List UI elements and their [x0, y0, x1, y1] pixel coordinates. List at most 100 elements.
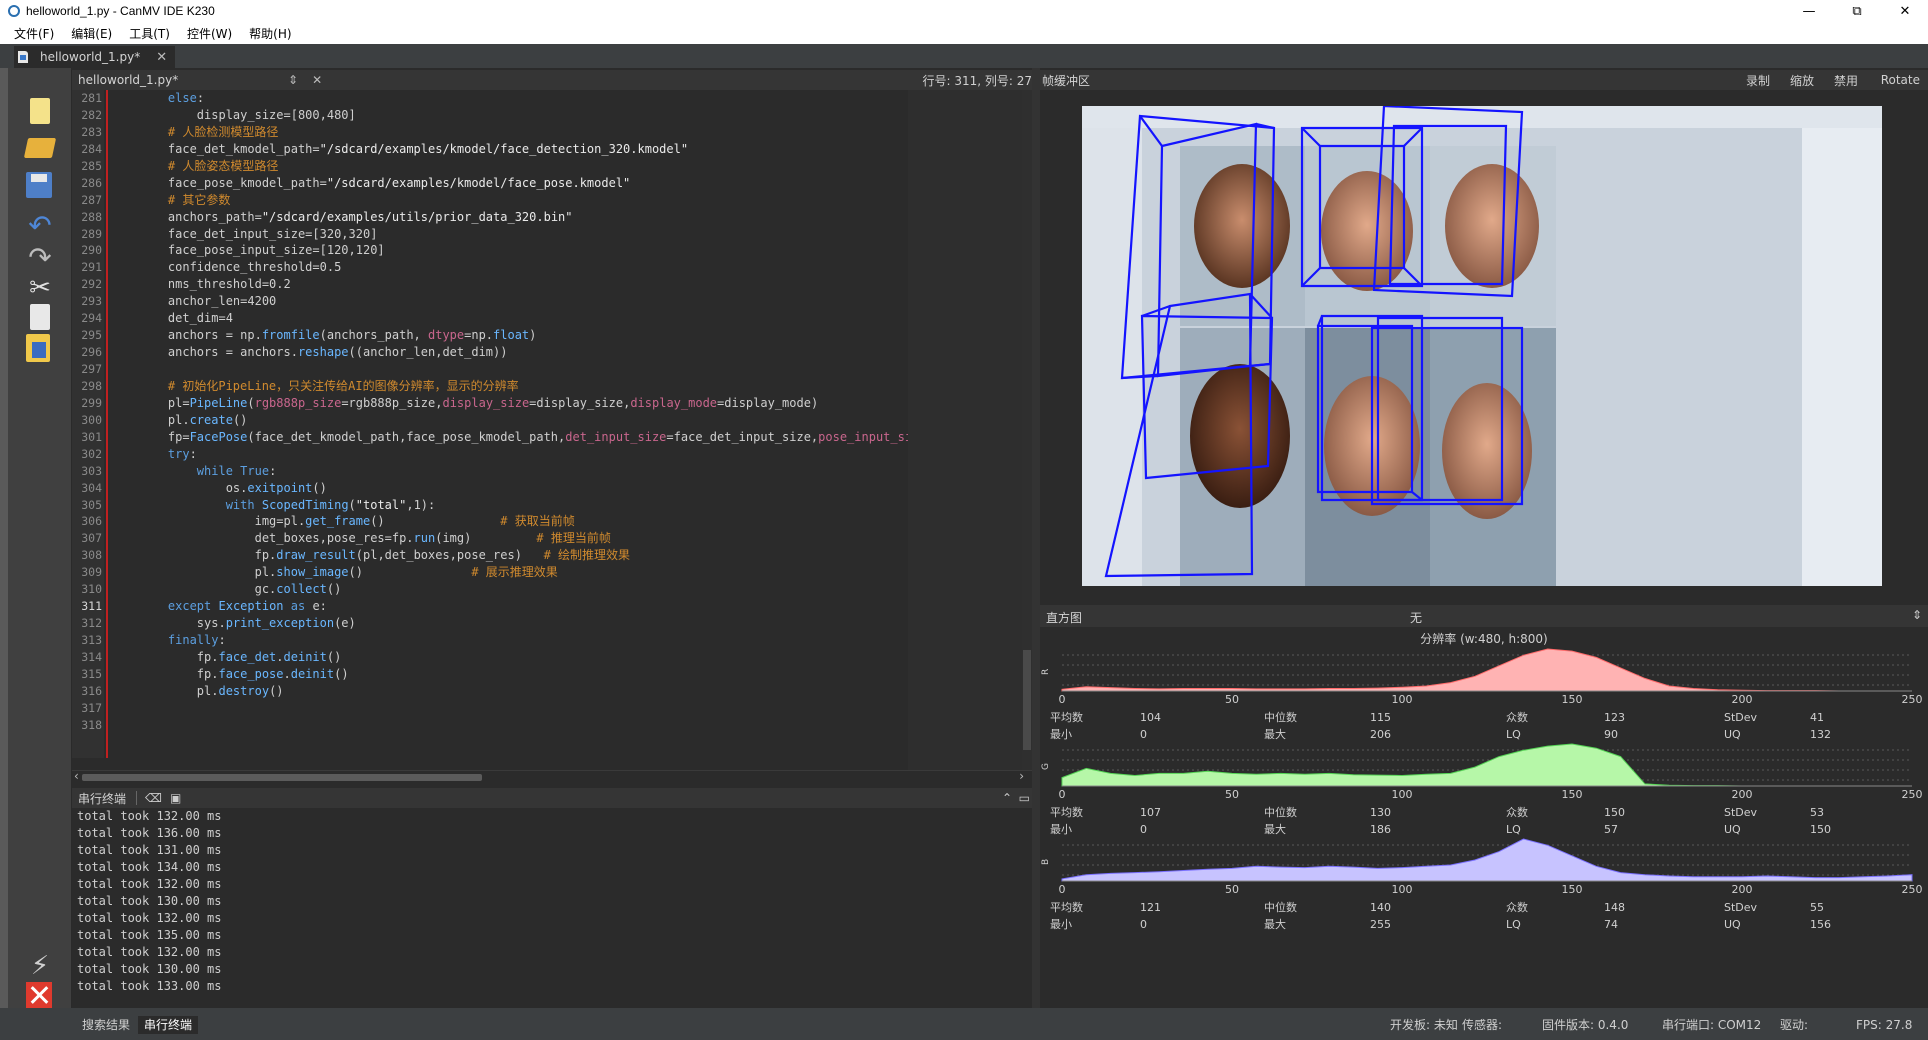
save-icon[interactable]	[26, 172, 52, 198]
cut-icon[interactable]: ✂	[26, 274, 54, 302]
terminal-line: total took 132.00 ms	[77, 877, 222, 891]
line-number: 283	[81, 124, 102, 139]
code-line[interactable]: nms_threshold=0.2	[139, 276, 979, 293]
code-line[interactable]: anchors = anchors.reshape((anchor_len,de…	[139, 344, 979, 361]
x-tick-label: 150	[1562, 883, 1583, 896]
menu-edit[interactable]: 编辑(E)	[71, 25, 112, 42]
x-tick-label: 0	[1059, 788, 1066, 801]
terminal-line: total took 132.00 ms	[77, 945, 222, 959]
code-line[interactable]: face_pose_input_size=[120,120]	[139, 242, 979, 259]
code-line[interactable]: try:	[139, 446, 979, 463]
tab-serial-terminal[interactable]: 串行终端	[138, 1016, 199, 1034]
face-portrait-4	[1190, 364, 1290, 508]
code-line[interactable]: # 初始化PipeLine，只关注传给AI的图像分辨率，显示的分辨率	[139, 378, 979, 395]
rotate-button[interactable]: Rotate	[1881, 73, 1920, 87]
x-tick-label: 200	[1732, 693, 1753, 706]
code-line[interactable]: pl.show_image() # 展示推理效果	[139, 564, 979, 581]
close-window-button[interactable]: ✕	[1882, 0, 1928, 22]
minimize-button[interactable]: —	[1786, 0, 1832, 22]
close-editor-icon[interactable]: ✕	[312, 73, 322, 87]
editor-horizontal-scrollbar[interactable]: ‹ ›	[72, 769, 1032, 784]
colorspace-select[interactable]: 无	[1410, 609, 1422, 626]
editor-minimap	[908, 90, 1022, 770]
indent-marker	[106, 90, 108, 758]
code-line[interactable]: while True:	[139, 463, 979, 480]
code-line[interactable]: fp.face_pose.deinit()	[139, 666, 979, 683]
code-line[interactable]: # 人脸检测模型路径	[139, 124, 979, 141]
x-tick-label: 0	[1059, 883, 1066, 896]
stat-cell: 55	[1810, 901, 1824, 914]
file-switch-icon[interactable]: ⇕	[288, 73, 298, 87]
new-file-icon[interactable]	[30, 98, 50, 124]
code-line[interactable]	[139, 361, 979, 378]
code-editor[interactable]: 281 282 283 284 285 286 287 288 289 290 291 292 293 2…	[72, 90, 1032, 770]
stat-cell: 148	[1604, 901, 1625, 914]
code-line[interactable]: finally:	[139, 632, 979, 649]
code-line[interactable]: display_size=[800,480]	[139, 107, 979, 124]
code-line[interactable]: pl=PipeLine(rgb888p_size=rgb888p_size,di…	[139, 395, 979, 412]
stat-cell: 90	[1604, 728, 1618, 741]
code-line[interactable]: det_boxes,pose_res=fp.run(img) # 推理当前帧	[139, 530, 979, 547]
terminal-clear-icon[interactable]: ⌫	[145, 791, 162, 805]
code-line[interactable]: img=pl.get_frame() # 获取当前帧	[139, 513, 979, 530]
zoom-button[interactable]: 缩放	[1790, 72, 1814, 89]
code-line[interactable]: fp.face_det.deinit()	[139, 649, 979, 666]
menu-help[interactable]: 帮助(H)	[249, 25, 291, 42]
code-line[interactable]: face_det_kmodel_path="/sdcard/examples/k…	[139, 141, 979, 158]
file-tab[interactable]: helloworld_1.py* ✕	[14, 46, 176, 68]
code-line[interactable]: face_pose_kmodel_path="/sdcard/examples/…	[139, 175, 979, 192]
menu-tools[interactable]: 工具(T)	[129, 25, 170, 42]
panel-splitter[interactable]	[1032, 68, 1040, 1008]
code-line[interactable]: except Exception as e:	[139, 598, 979, 615]
line-number: 289	[81, 226, 102, 241]
code-line[interactable]: det_dim=4	[139, 310, 979, 327]
code-line[interactable]: gc.collect()	[139, 581, 979, 598]
copy-icon[interactable]	[30, 304, 50, 330]
code-line[interactable]: confidence_threshold=0.5	[139, 259, 979, 276]
stat-cell: 150	[1604, 806, 1625, 819]
stat-cell: StDev	[1724, 901, 1758, 914]
code-line[interactable]: with ScopedTiming("total",1):	[139, 497, 979, 514]
code-area[interactable]: else: display_size=[800,480] # 人脸检测模型路径 …	[139, 90, 979, 734]
code-line[interactable]: else:	[139, 90, 979, 107]
code-line[interactable]: pl.create()	[139, 412, 979, 429]
stat-cell: 186	[1370, 823, 1391, 836]
disable-button[interactable]: 禁用	[1834, 72, 1858, 89]
code-line[interactable]: fp=FacePose(face_det_kmodel_path,face_po…	[139, 429, 979, 446]
record-button[interactable]: 录制	[1746, 72, 1770, 89]
code-line[interactable]: anchors = np.fromfile(anchors_path, dtyp…	[139, 327, 979, 344]
code-line[interactable]	[139, 700, 979, 717]
stat-cell: UQ	[1724, 728, 1741, 741]
undo-icon[interactable]: ↶	[26, 212, 54, 240]
menu-widgets[interactable]: 控件(W)	[187, 25, 232, 42]
menu-file[interactable]: 文件(F)	[14, 25, 54, 42]
stop-run-icon[interactable]	[26, 982, 52, 1008]
colorspace-dropdown-icon[interactable]: ⇕	[1912, 608, 1922, 622]
stat-cell: 中位数	[1264, 805, 1297, 819]
paste-icon[interactable]	[26, 334, 50, 362]
redo-icon[interactable]: ↷	[26, 244, 54, 272]
terminal-expand-icon[interactable]: ⌃	[1002, 791, 1012, 805]
code-line[interactable]: sys.print_exception(e)	[139, 615, 979, 632]
code-line[interactable]: face_det_input_size=[320,320]	[139, 226, 979, 243]
terminal-float-icon[interactable]: ▭	[1019, 791, 1030, 805]
histogram-title: 直方图	[1046, 611, 1083, 625]
tab-search-results[interactable]: 搜索结果	[76, 1016, 136, 1034]
terminal-line: total took 131.00 ms	[77, 843, 222, 857]
close-tab-icon[interactable]: ✕	[156, 50, 167, 65]
code-line[interactable]: # 其它参数	[139, 192, 979, 209]
editor-filename[interactable]: helloworld_1.py*	[78, 73, 288, 87]
terminal-save-icon[interactable]: ▣	[170, 791, 181, 805]
maximize-button[interactable]: ⧉	[1834, 0, 1880, 22]
editor-vertical-scrollbar[interactable]	[1022, 90, 1032, 770]
serial-terminal[interactable]: total took 132.00 ms total took 136.00 ms…	[72, 808, 1022, 1008]
code-line[interactable]: os.exitpoint()	[139, 480, 979, 497]
code-line[interactable]: pl.destroy()	[139, 683, 979, 700]
code-line[interactable]: anchors_path="/sdcard/examples/utils/pri…	[139, 209, 979, 226]
open-folder-icon[interactable]	[23, 138, 57, 158]
code-line[interactable]: anchor_len=4200	[139, 293, 979, 310]
connect-icon[interactable]: ⚡	[26, 952, 54, 980]
code-line[interactable]: # 人脸姿态模型路径	[139, 158, 979, 175]
code-line[interactable]: fp.draw_result(pl,det_boxes,pose_res) # …	[139, 547, 979, 564]
code-line[interactable]	[139, 717, 979, 734]
